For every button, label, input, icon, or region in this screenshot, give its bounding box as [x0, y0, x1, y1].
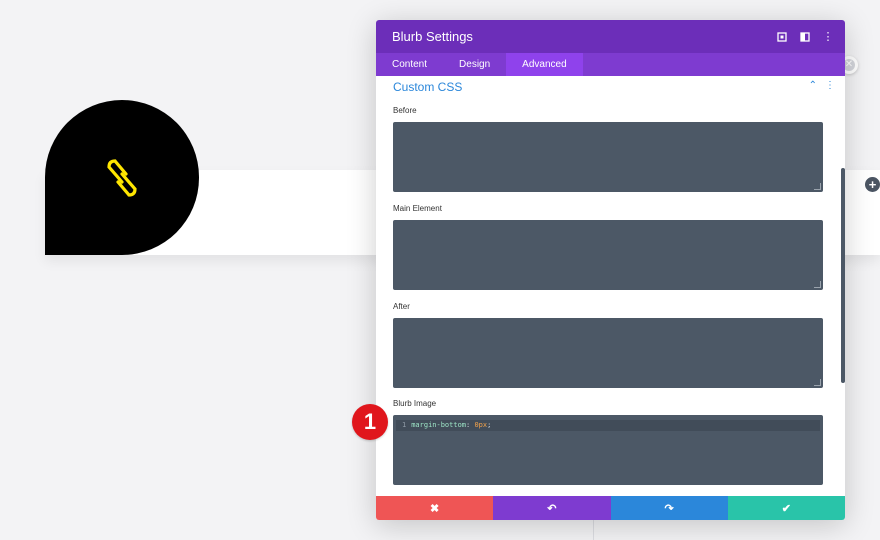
chevron-up-icon[interactable]: ⌃	[809, 80, 817, 91]
css-semicolon: ;	[487, 421, 492, 429]
save-button[interactable]: ✔	[727, 496, 845, 520]
checkmark-icon: ✔	[781, 502, 791, 515]
line-number: 1	[402, 421, 407, 429]
redo-button[interactable]: ↷	[610, 496, 728, 520]
resize-handle-icon[interactable]	[814, 281, 821, 288]
scrollbar[interactable]	[841, 168, 845, 383]
settings-body: Custom CSS ⌃ ⋮ Before Main Element After	[376, 76, 845, 496]
field-label: Before	[393, 106, 417, 115]
tab-advanced[interactable]: Advanced	[506, 53, 583, 76]
add-module-icon[interactable]: +	[865, 177, 880, 192]
discard-button[interactable]: ✖	[376, 496, 494, 520]
close-icon: ✖	[430, 502, 440, 515]
tab-design[interactable]: Design	[443, 53, 506, 76]
after-css-input[interactable]	[393, 318, 823, 388]
css-value: 0px	[474, 421, 488, 429]
main-element-css-input[interactable]	[393, 220, 823, 290]
sidebar-toggle-icon[interactable]	[798, 30, 812, 44]
resize-handle-icon[interactable]	[814, 379, 821, 386]
expand-icon[interactable]	[775, 30, 789, 44]
modal-footer: ✖ ↶ ↷ ✔	[376, 496, 845, 520]
more-options-icon[interactable]: ⋮	[825, 80, 835, 91]
settings-tabs: Content Design Advanced	[376, 53, 845, 76]
blurb-settings-modal: Blurb Settings ⋮ Content Design Advanced…	[376, 20, 845, 520]
main-element-field: Main Element	[393, 203, 823, 290]
code-line[interactable]: 1 margin-bottom: 0px;	[396, 420, 820, 431]
before-field: Before	[393, 105, 823, 192]
tab-content[interactable]: Content	[376, 53, 443, 76]
before-css-input[interactable]	[393, 122, 823, 192]
field-label: Main Element	[393, 204, 442, 213]
custom-css-section-header[interactable]: Custom CSS ⌃ ⋮	[376, 76, 845, 98]
undo-icon: ↶	[547, 502, 557, 515]
blurb-image-css-input[interactable]: 1 margin-bottom: 0px;	[393, 415, 823, 485]
css-colon: :	[466, 421, 471, 429]
section-title: Custom CSS	[393, 80, 463, 94]
modal-title: Blurb Settings	[392, 29, 473, 44]
field-label: Blurb Image	[393, 399, 437, 408]
blurb-image[interactable]	[45, 100, 199, 255]
redo-icon: ↷	[664, 502, 674, 515]
css-property: margin-bottom	[411, 421, 467, 429]
after-field: After	[393, 301, 823, 388]
resize-handle-icon[interactable]	[814, 183, 821, 190]
section-controls: ⌃ ⋮	[809, 80, 835, 91]
more-options-icon[interactable]: ⋮	[821, 30, 835, 44]
modal-header: Blurb Settings ⋮	[376, 20, 845, 53]
field-label: After	[393, 302, 410, 311]
undo-button[interactable]: ↶	[493, 496, 611, 520]
blurb-image-field: Blurb Image 1 margin-bottom: 0px;	[393, 398, 823, 485]
paperclip-link-icon	[107, 158, 137, 197]
header-icons: ⋮	[775, 20, 835, 53]
step-number-badge: 1	[352, 404, 388, 440]
